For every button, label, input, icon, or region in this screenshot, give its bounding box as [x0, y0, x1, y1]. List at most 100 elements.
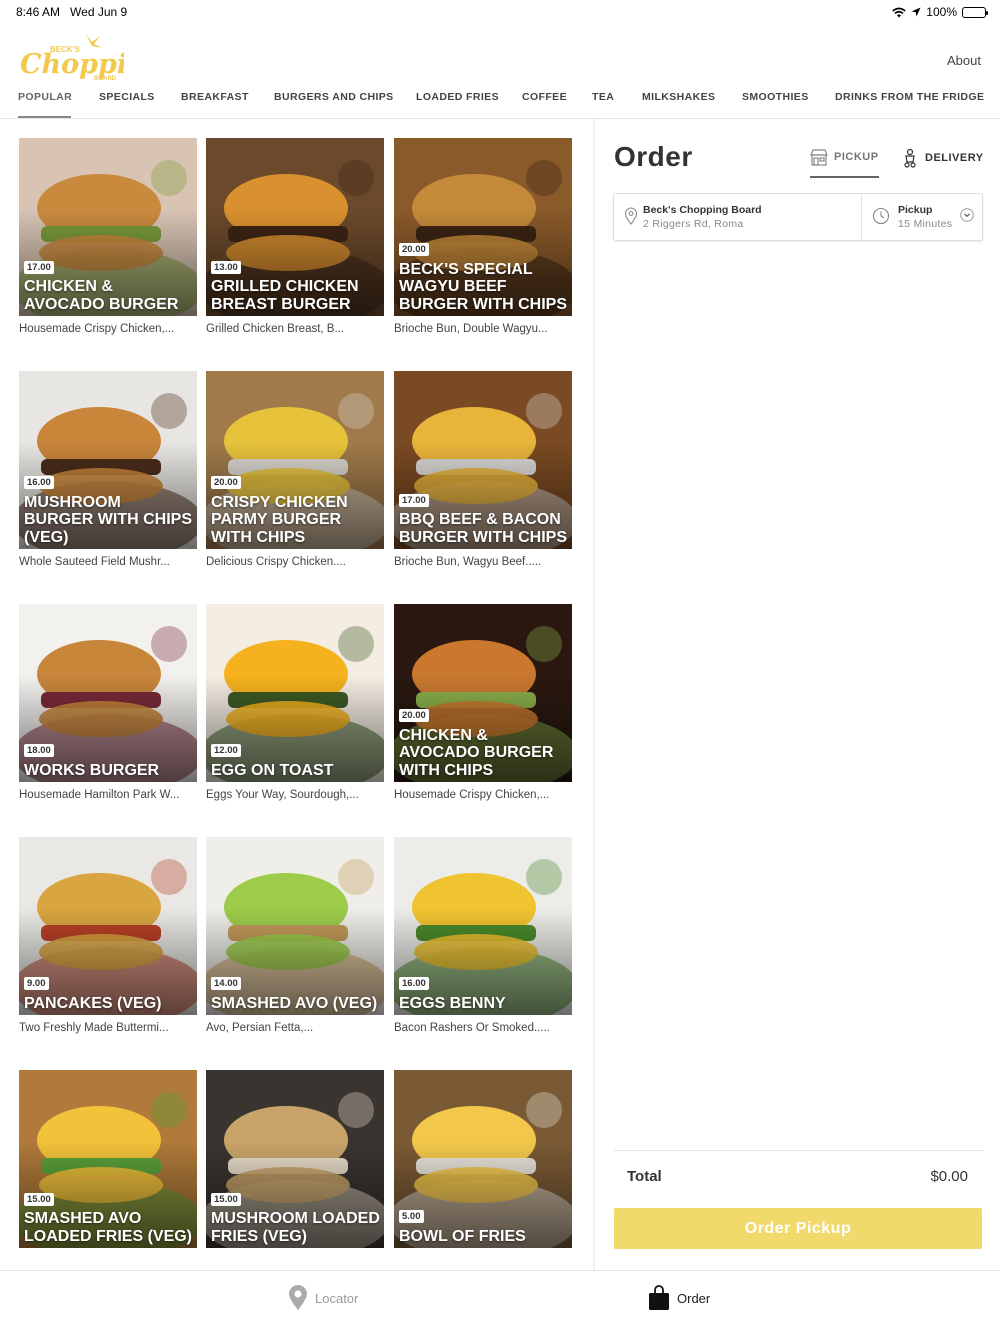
pickup-mode-label: Pickup — [898, 204, 933, 216]
menu-item-card[interactable]: SMASHED AVO LOADED FRIES (VEG) 15.00 — [19, 1070, 197, 1269]
menu-item-name: GRILLED CHICKEN BREAST BURGER — [211, 278, 359, 313]
nav-locator-label: Locator — [315, 1290, 359, 1306]
menu-item-name: SMASHED AVO (VEG) — [211, 994, 378, 1012]
shopping-bag-icon — [649, 1285, 669, 1310]
menu-item-card[interactable]: EGGS BENNY 16.00 Bacon Rashers Or Smoked..… — [394, 837, 572, 1047]
menu-item-photo: BBQ BEEF & BACON BURGER WITH CHIPS 17.00 — [394, 371, 572, 549]
delivery-label: DELIVERY — [925, 152, 984, 164]
menu-item-card[interactable]: SMASHED AVO (VEG) 14.00 Avo, Persian Fetta… — [206, 837, 384, 1047]
menu-item-price: 13.00 — [211, 261, 241, 274]
store-address: 2 Riggers Rd, Roma — [643, 218, 744, 230]
menu-item-description: Avo, Persian Fetta,... — [206, 1022, 314, 1034]
tab-breakfast[interactable]: BREAKFAST — [181, 91, 249, 103]
wifi-icon — [892, 7, 906, 18]
menu-item-description: Grilled Chicken Breast, B... — [206, 323, 345, 335]
tab-popular[interactable]: POPULAR — [18, 91, 72, 103]
category-tabs: POPULAR SPECIALS BREAKFAST BURGERS AND C… — [0, 88, 1000, 119]
tab-smoothies[interactable]: SMOOTHIES — [742, 91, 809, 103]
location-pin-icon — [624, 207, 638, 225]
tab-coffee[interactable]: COFFEE — [522, 91, 567, 103]
menu-item-price: 18.00 — [24, 744, 54, 757]
active-tab-indicator — [18, 116, 71, 118]
tab-drinks-from-the-fridge[interactable]: DRINKS FROM THE FRIDGE — [835, 91, 984, 103]
menu-item-card[interactable]: GRILLED CHICKEN BREAST BURGER 13.00 Grille… — [206, 138, 384, 348]
menu-item-name: CHICKEN & AVOCADO BURGER — [24, 278, 179, 313]
menu-item-name: EGGS BENNY — [399, 994, 506, 1012]
menu-item-card[interactable]: CRISPY CHICKEN PARMY BURGER WITH CHIPS 20… — [206, 371, 384, 581]
menu-item-price: 20.00 — [399, 709, 429, 722]
menu-item-photo: WORKS BURGER 18.00 — [19, 604, 197, 782]
store-icon — [810, 149, 828, 166]
tab-specials[interactable]: SPECIALS — [99, 91, 155, 103]
menu-item-card[interactable]: BECK'S SPECIAL WAGYU BEEF BURGER WITH CH… — [394, 138, 572, 348]
menu-item-card[interactable]: CHICKEN & AVOCADO BURGER 17.00 Housemade C… — [19, 138, 197, 348]
menu-item-photo: MUSHROOM LOADED FRIES (VEG) 15.00 — [206, 1070, 384, 1248]
tab-burgers-and-chips[interactable]: BURGERS AND CHIPS — [274, 91, 394, 103]
menu-item-photo: BECK'S SPECIAL WAGYU BEEF BURGER WITH CH… — [394, 138, 572, 316]
status-right: 100% — [892, 5, 988, 19]
details-separator — [861, 194, 862, 240]
order-pickup-button[interactable]: Order Pickup — [614, 1208, 982, 1249]
menu-item-card[interactable]: BOWL OF FRIES 5.00 — [394, 1070, 572, 1269]
delivery-scooter-icon — [904, 148, 916, 168]
menu-item-card[interactable]: EGG ON TOAST 12.00 Eggs Your Way, Sourdoug… — [206, 604, 384, 814]
total-label: Total — [627, 1168, 662, 1185]
logo-graphic: BECK'S Chopping BOARD — [20, 34, 166, 82]
menu-item-description: Housemade Crispy Chicken,... — [19, 323, 175, 335]
menu-item-description: Housemade Hamilton Park W... — [19, 789, 180, 801]
menu-item-description: Delicious Crispy Chicken.... — [206, 556, 346, 568]
menu-item-price: 14.00 — [211, 977, 241, 990]
order-mode-indicator — [810, 176, 879, 178]
menu-item-name: MUSHROOM LOADED FRIES (VEG) — [211, 1210, 380, 1245]
brand-logo[interactable]: BECK'S Chopping BOARD — [18, 30, 166, 84]
menu-item-description: Eggs Your Way, Sourdough,... — [206, 789, 359, 801]
menu-item-photo: MUSHROOM BURGER WITH CHIPS (VEG) 16.00 — [19, 371, 197, 549]
bottom-nav: Locator Order — [0, 1270, 1000, 1334]
pickup-toggle[interactable]: PICKUP — [810, 148, 879, 166]
menu-item-price: 20.00 — [399, 243, 429, 256]
tab-loaded-fries[interactable]: LOADED FRIES — [416, 91, 499, 103]
svg-text:BOARD: BOARD — [94, 76, 117, 82]
menu-item-name: CHICKEN & AVOCADO BURGER WITH CHIPS — [399, 726, 554, 779]
chevron-down-icon[interactable] — [960, 208, 974, 222]
panel-divider — [593, 119, 595, 1270]
delivery-toggle[interactable]: DELIVERY — [901, 148, 984, 168]
menu-item-description: Brioche Bun, Wagyu Beef..... — [394, 556, 542, 568]
menu-item-card[interactable]: BBQ BEEF & BACON BURGER WITH CHIPS 17.00 B… — [394, 371, 572, 581]
menu-item-photo: GRILLED CHICKEN BREAST BURGER 13.00 — [206, 138, 384, 316]
menu-item-description: Whole Sauteed Field Mushr... — [19, 556, 170, 568]
menu-item-card[interactable]: PANCAKES (VEG) 9.00 Two Freshly Made Butte… — [19, 837, 197, 1047]
pickup-wait-time: 15 Minutes — [898, 218, 953, 230]
menu-item-photo: EGG ON TOAST 12.00 — [206, 604, 384, 782]
menu-item-card[interactable]: WORKS BURGER 18.00 Housemade Hamilton Park… — [19, 604, 197, 814]
pickup-details-box[interactable]: Beck's Chopping Board 2 Riggers Rd, Roma… — [613, 193, 983, 241]
menu-item-name: EGG ON TOAST — [211, 761, 334, 779]
menu-grid: CHICKEN & AVOCADO BURGER 17.00 Housemade C… — [0, 119, 593, 1269]
about-link[interactable]: About — [947, 53, 981, 68]
tab-milkshakes[interactable]: MILKSHAKES — [642, 91, 715, 103]
menu-item-photo: SMASHED AVO (VEG) 14.00 — [206, 837, 384, 1015]
battery-percent: 100% — [926, 5, 957, 19]
menu-item-card[interactable]: MUSHROOM LOADED FRIES (VEG) 15.00 — [206, 1070, 384, 1269]
menu-item-card[interactable]: CHICKEN & AVOCADO BURGER WITH CHIPS 20.00… — [394, 604, 572, 814]
menu-item-price: 20.00 — [211, 476, 241, 489]
menu-item-name: BECK'S SPECIAL WAGYU BEEF BURGER WITH CH… — [399, 260, 567, 313]
nav-locator[interactable]: Locator — [288, 1285, 358, 1311]
nav-order-label: Order — [677, 1290, 711, 1306]
menu-item-photo: SMASHED AVO LOADED FRIES (VEG) 15.00 — [19, 1070, 197, 1248]
menu-item-photo: BOWL OF FRIES 5.00 — [394, 1070, 572, 1248]
menu-item-photo: CHICKEN & AVOCADO BURGER 17.00 — [19, 138, 197, 316]
menu-item-card[interactable]: MUSHROOM BURGER WITH CHIPS (VEG) 16.00 Who… — [19, 371, 197, 581]
battery-icon — [962, 6, 988, 18]
store-name: Beck's Chopping Board — [643, 204, 762, 216]
menu-item-price: 9.00 — [24, 977, 49, 990]
total-divider — [614, 1150, 983, 1151]
menu-item-price: 16.00 — [399, 977, 429, 990]
menu-item-price: 17.00 — [399, 494, 429, 507]
menu-item-name: BBQ BEEF & BACON BURGER WITH CHIPS — [399, 511, 567, 546]
menu-item-price: 5.00 — [399, 1210, 424, 1223]
nav-order[interactable]: Order — [648, 1285, 710, 1311]
menu-item-photo: PANCAKES (VEG) 9.00 — [19, 837, 197, 1015]
map-pin-icon — [289, 1285, 307, 1310]
tab-tea[interactable]: TEA — [592, 91, 614, 103]
